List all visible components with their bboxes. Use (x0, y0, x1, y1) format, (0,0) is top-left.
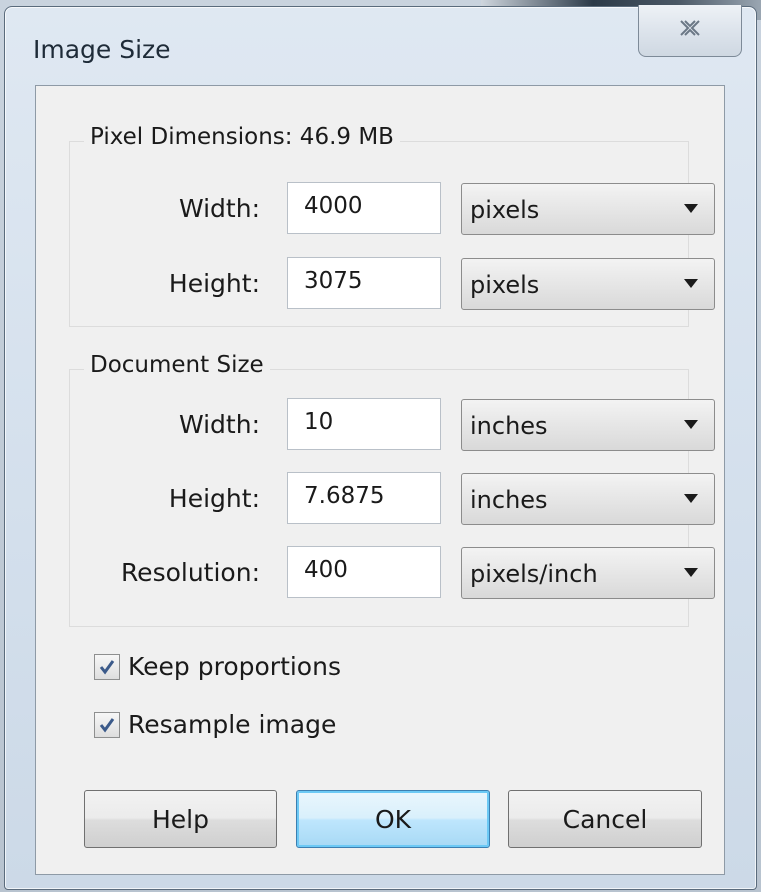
cancel-button[interactable]: Cancel (508, 790, 702, 848)
doc-width-label: Width: (178, 410, 260, 439)
pixel-height-unit-value: pixels (470, 271, 540, 299)
resample-image-label: Resample image (128, 710, 337, 739)
doc-width-unit-select[interactable]: inches (461, 399, 715, 451)
close-x-icon (680, 20, 700, 36)
close-button[interactable] (638, 5, 742, 57)
dialog-content: Pixel Dimensions: 46.9 MB Width: 4000 pi… (35, 85, 725, 875)
dropdown-arrow-icon (684, 568, 698, 577)
resolution-label: Resolution: (120, 558, 260, 587)
help-button[interactable]: Help (84, 790, 277, 848)
pixel-height-label: Height: (168, 269, 260, 298)
doc-height-unit-select[interactable]: inches (461, 473, 715, 525)
checkmark-icon (99, 718, 115, 733)
pixel-width-unit-select[interactable]: pixels (461, 183, 715, 235)
keep-proportions-label: Keep proportions (128, 652, 341, 681)
resolution-unit-value: pixels/inch (470, 560, 598, 588)
dropdown-arrow-icon (684, 494, 698, 503)
document-size-group: Document Size Width: 10 inches Height: 7… (69, 352, 715, 627)
doc-width-row: Width: 10 inches (70, 398, 715, 452)
keep-proportions-checkbox[interactable] (94, 654, 120, 680)
checkmark-icon (99, 660, 115, 675)
pixel-width-label: Width: (178, 194, 260, 223)
pixel-dimensions-legend: Pixel Dimensions: 46.9 MB (84, 124, 400, 150)
dialog-title: Image Size (33, 35, 171, 64)
pixel-width-unit-value: pixels (470, 196, 540, 224)
document-size-legend: Document Size (84, 352, 270, 378)
pixel-height-input[interactable]: 3075 (287, 257, 441, 309)
dropdown-arrow-icon (684, 420, 698, 429)
resolution-unit-select[interactable]: pixels/inch (461, 547, 715, 599)
image-size-dialog: Image Size Pixel Dimensions: 46.9 MB Wid… (4, 5, 757, 890)
resolution-row: Resolution: 400 pixels/inch (70, 546, 715, 600)
ok-button[interactable]: OK (296, 790, 490, 848)
doc-height-unit-value: inches (470, 486, 548, 514)
doc-width-unit-value: inches (470, 412, 548, 440)
pixel-dimensions-group: Pixel Dimensions: 46.9 MB Width: 4000 pi… (69, 124, 715, 327)
pixel-width-input[interactable]: 4000 (287, 182, 441, 234)
resolution-input[interactable]: 400 (287, 546, 441, 598)
doc-width-input[interactable]: 10 (287, 398, 441, 450)
dropdown-arrow-icon (684, 279, 698, 288)
pixel-height-row: Height: 3075 pixels (70, 257, 715, 311)
resample-image-checkbox[interactable] (94, 712, 120, 738)
title-bar[interactable]: Image Size (5, 5, 756, 81)
doc-height-input[interactable]: 7.6875 (287, 472, 441, 524)
dropdown-arrow-icon (684, 204, 698, 213)
pixel-height-unit-select[interactable]: pixels (461, 258, 715, 310)
pixel-width-row: Width: 4000 pixels (70, 182, 715, 236)
doc-height-row: Height: 7.6875 inches (70, 472, 715, 526)
doc-height-label: Height: (168, 484, 260, 513)
